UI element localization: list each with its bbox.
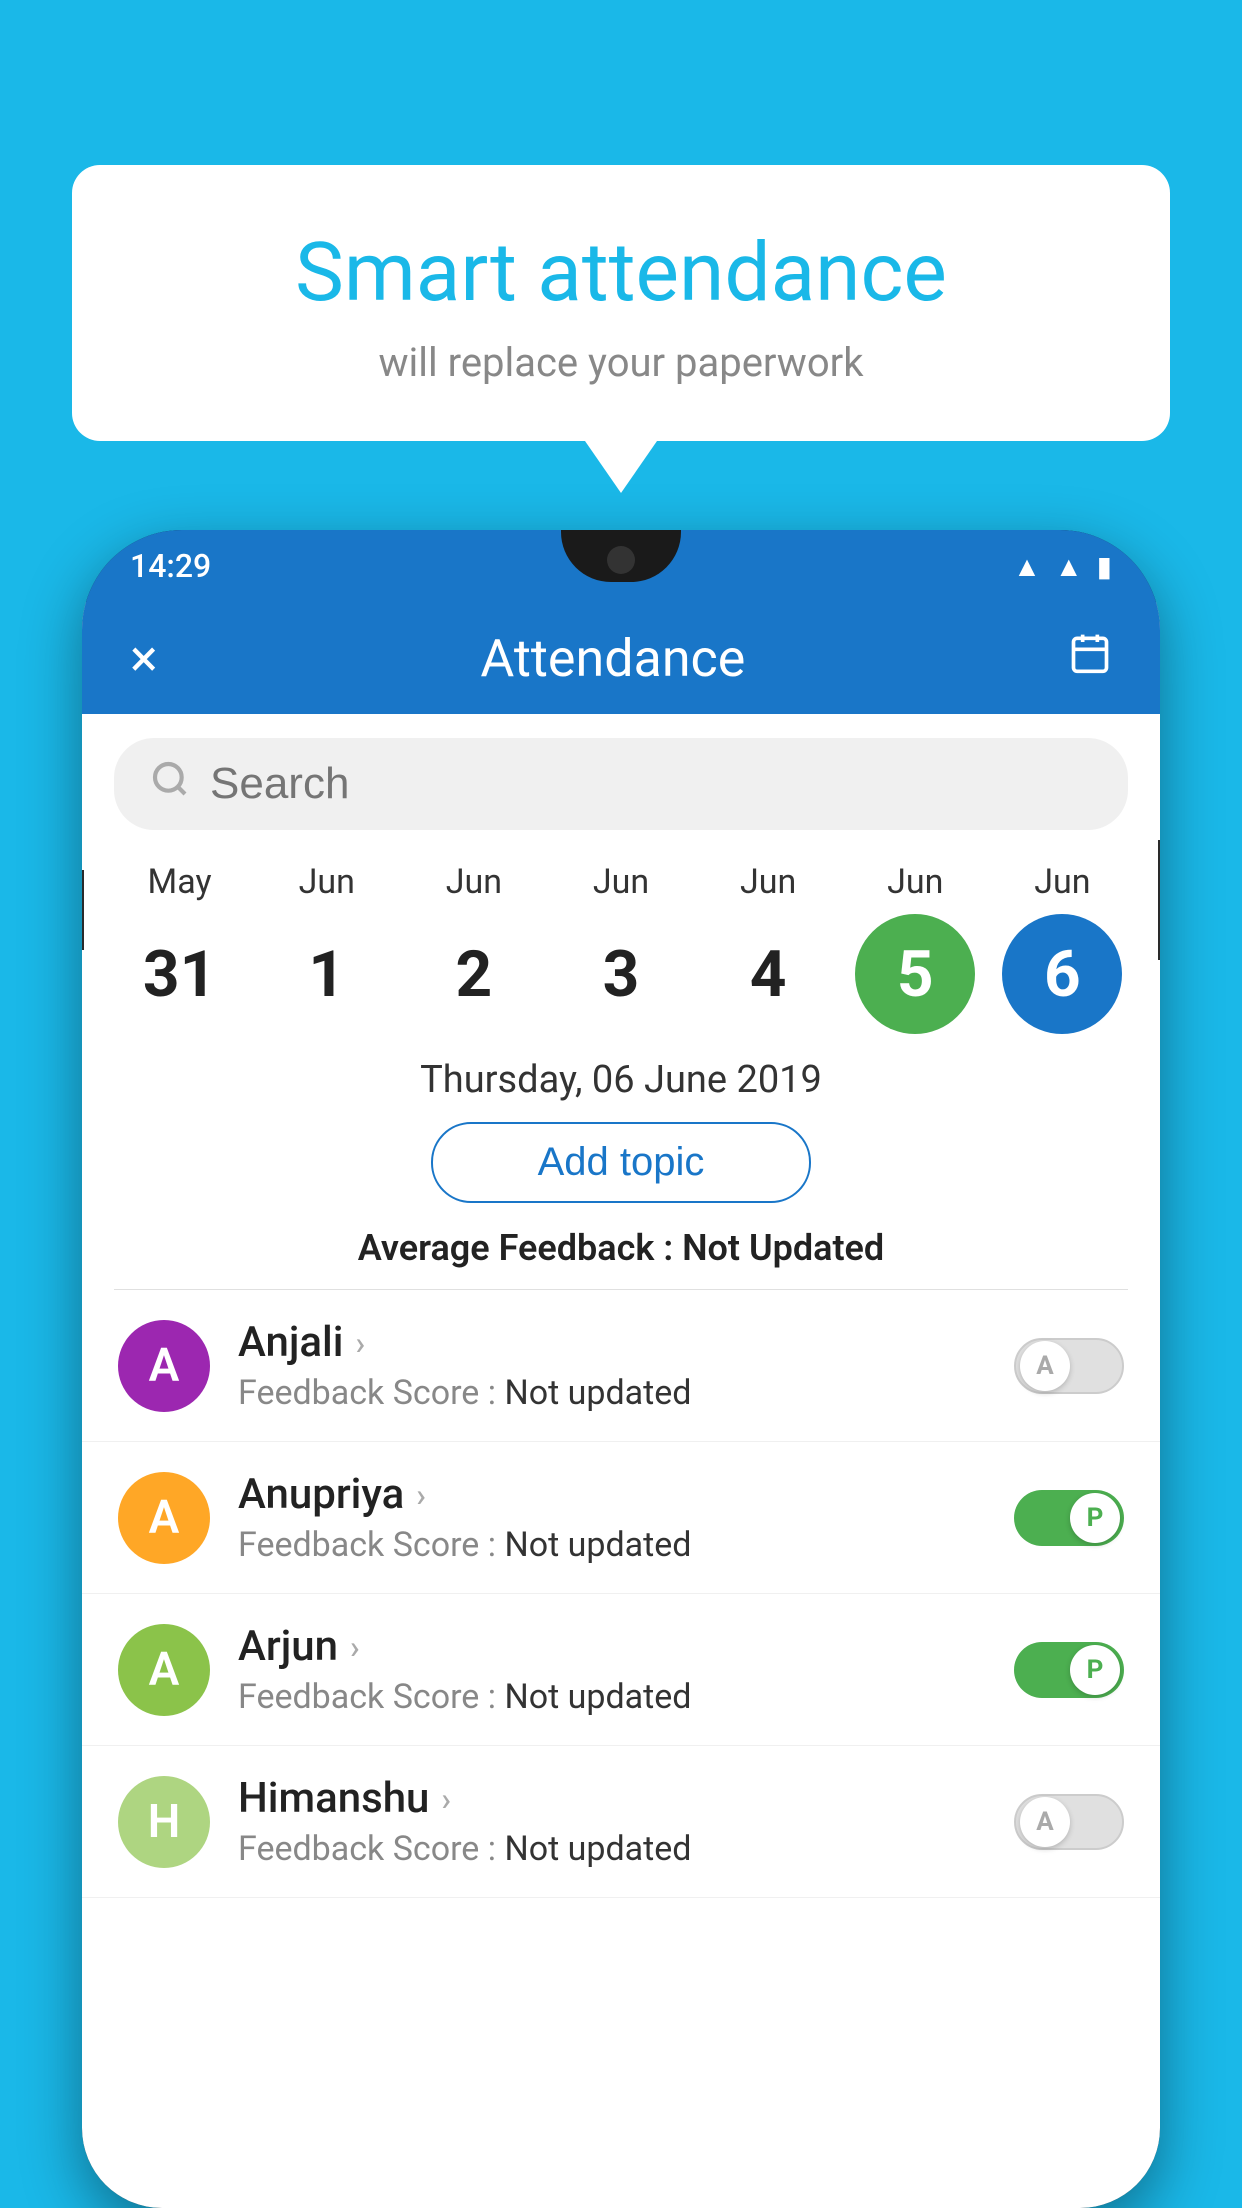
cal-month-label: Jun <box>887 862 943 902</box>
search-input[interactable] <box>210 759 1092 809</box>
student-avatar: A <box>118 1624 210 1716</box>
student-avatar: A <box>118 1320 210 1412</box>
calendar-day[interactable]: Jun 2 <box>405 862 543 1034</box>
student-info: Arjun › Feedback Score : Not updated <box>238 1622 986 1717</box>
toggle-knob: A <box>1020 1797 1070 1847</box>
cal-month-label: Jun <box>1034 862 1090 902</box>
app-header: × Attendance <box>82 602 1160 714</box>
calendar-day[interactable]: Jun 1 <box>258 862 396 1034</box>
cal-date-number[interactable]: 1 <box>267 914 387 1034</box>
phone-notch <box>561 530 681 582</box>
average-feedback: Average Feedback : Not Updated <box>82 1227 1160 1269</box>
status-icons: ▲ ▲ ▮ <box>1013 550 1112 583</box>
calendar-day[interactable]: May 31 <box>111 862 249 1034</box>
toggle-knob: P <box>1070 1645 1120 1695</box>
camera <box>607 546 635 574</box>
chevron-icon: › <box>355 1324 365 1362</box>
chevron-icon: › <box>441 1780 451 1818</box>
battery-icon: ▮ <box>1097 550 1112 583</box>
close-button[interactable]: × <box>130 628 158 689</box>
student-feedback: Feedback Score : Not updated <box>238 1677 986 1717</box>
student-name: Anjali › <box>238 1318 986 1367</box>
calendar-icon[interactable] <box>1068 631 1112 686</box>
toggle-knob: P <box>1070 1493 1120 1543</box>
cal-date-number[interactable]: 3 <box>561 914 681 1034</box>
student-name: Anupriya › <box>238 1470 986 1519</box>
status-time: 14:29 <box>130 547 211 585</box>
cal-date-number[interactable]: 31 <box>120 914 240 1034</box>
speech-bubble-title: Smart attendance <box>132 225 1110 321</box>
status-bar: 14:29 ▲ ▲ ▮ <box>82 530 1160 602</box>
cal-month-label: Jun <box>740 862 796 902</box>
calendar-day[interactable]: Jun 4 <box>699 862 837 1034</box>
cal-month-label: Jun <box>446 862 502 902</box>
student-info: Anupriya › Feedback Score : Not updated <box>238 1470 986 1565</box>
student-info: Himanshu › Feedback Score : Not updated <box>238 1774 986 1869</box>
toggle-knob: A <box>1020 1341 1070 1391</box>
calendar-day[interactable]: Jun 6 <box>993 862 1131 1034</box>
student-item[interactable]: A Anupriya › Feedback Score : Not updated P <box>82 1442 1160 1594</box>
phone-frame: 14:29 ▲ ▲ ▮ × Attendance May31Jun1Jun2Ju… <box>82 530 1160 2208</box>
search-bar[interactable] <box>114 738 1128 830</box>
speech-bubble: Smart attendance will replace your paper… <box>72 165 1170 441</box>
calendar-day[interactable]: Jun 5 <box>846 862 984 1034</box>
cal-date-number[interactable]: 6 <box>1002 914 1122 1034</box>
chevron-icon: › <box>416 1476 426 1514</box>
cal-month-label: Jun <box>593 862 649 902</box>
attendance-toggle[interactable]: A <box>1014 1794 1124 1850</box>
volume-button <box>82 870 84 950</box>
student-item[interactable]: A Anjali › Feedback Score : Not updated A <box>82 1290 1160 1442</box>
speech-bubble-subtitle: will replace your paperwork <box>132 339 1110 386</box>
cal-date-number[interactable]: 4 <box>708 914 828 1034</box>
student-info: Anjali › Feedback Score : Not updated <box>238 1318 986 1413</box>
student-feedback: Feedback Score : Not updated <box>238 1525 986 1565</box>
signal-icon: ▲ <box>1055 550 1083 583</box>
avg-feedback-value: Not Updated <box>682 1227 884 1269</box>
chevron-icon: › <box>350 1628 360 1666</box>
attendance-toggle-container: P <box>1014 1490 1124 1546</box>
student-item[interactable]: A Arjun › Feedback Score : Not updated P <box>82 1594 1160 1746</box>
student-list: AAnjali ›Feedback Score : Not updatedAAA… <box>82 1290 1160 1898</box>
student-avatar: H <box>118 1776 210 1868</box>
attendance-toggle[interactable]: A <box>1014 1338 1124 1394</box>
student-feedback: Feedback Score : Not updated <box>238 1373 986 1413</box>
student-name: Arjun › <box>238 1622 986 1671</box>
screen-title: Attendance <box>480 628 745 689</box>
wifi-icon: ▲ <box>1013 550 1041 583</box>
attendance-toggle-container: A <box>1014 1794 1124 1850</box>
student-avatar: A <box>118 1472 210 1564</box>
calendar-day[interactable]: Jun 3 <box>552 862 690 1034</box>
cal-month-label: Jun <box>299 862 355 902</box>
student-name: Himanshu › <box>238 1774 986 1823</box>
avg-feedback-label: Average Feedback : <box>358 1227 673 1269</box>
selected-date: Thursday, 06 June 2019 <box>82 1058 1160 1102</box>
attendance-toggle-container: A <box>1014 1338 1124 1394</box>
attendance-toggle[interactable]: P <box>1014 1490 1124 1546</box>
calendar-strip: May 31 Jun 1 Jun 2 Jun 3 Jun 4 Jun 5 Jun 6 <box>82 854 1160 1050</box>
add-topic-button[interactable]: Add topic <box>431 1122 811 1203</box>
power-button <box>1158 840 1160 960</box>
app-screen: × Attendance May31Jun1Jun2Jun3Jun4Jun5Ju… <box>82 602 1160 2208</box>
search-icon <box>150 758 190 810</box>
attendance-toggle[interactable]: P <box>1014 1642 1124 1698</box>
student-feedback: Feedback Score : Not updated <box>238 1829 986 1869</box>
cal-date-number[interactable]: 5 <box>855 914 975 1034</box>
student-item[interactable]: H Himanshu › Feedback Score : Not updated A <box>82 1746 1160 1898</box>
attendance-toggle-container: P <box>1014 1642 1124 1698</box>
cal-date-number[interactable]: 2 <box>414 914 534 1034</box>
cal-month-label: May <box>148 862 212 902</box>
